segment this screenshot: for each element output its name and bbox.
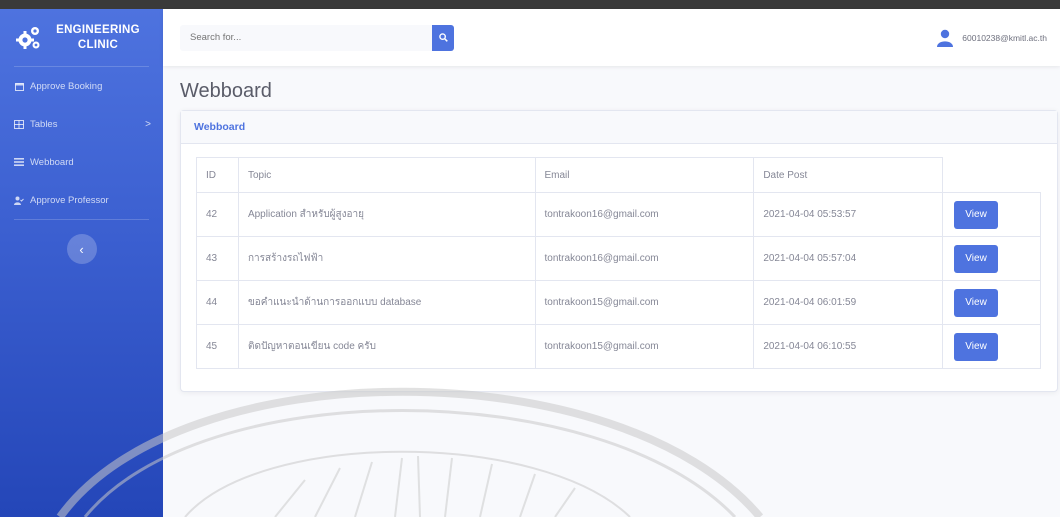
- table-row: 45 ติดปัญหาตอนเขียน code ครับ tontrakoon…: [196, 324, 1041, 369]
- sidebar: ENGINEERING CLINIC Approve Booking Table…: [0, 9, 163, 517]
- cell-id: 43: [196, 236, 239, 281]
- cell-id: 42: [196, 192, 239, 237]
- user-email: 60010238@kmitl.ac.th: [962, 32, 1047, 43]
- calendar-icon: [14, 81, 24, 91]
- cell-date-post: 2021-04-04 06:10:55: [753, 324, 944, 369]
- column-header-email[interactable]: Email: [534, 157, 755, 193]
- table-row: 43 การสร้างรถไฟฟ้า tontrakoon16@gmail.co…: [196, 236, 1041, 281]
- view-button[interactable]: View: [954, 200, 999, 229]
- sidebar-toggle-button[interactable]: ‹: [66, 234, 97, 264]
- sidebar-item-approve-professor[interactable]: Approve Professor: [0, 181, 163, 219]
- gears-icon: [14, 24, 42, 52]
- table-header-row: ID Topic Email Date Post: [196, 157, 1041, 193]
- user-check-icon: [14, 195, 24, 205]
- sidebar-item-approve-booking[interactable]: Approve Booking: [0, 67, 163, 105]
- sidebar-item-label: Approve Booking: [30, 80, 103, 92]
- webboard-table: ID Topic Email Date Post 42 Application …: [196, 157, 1041, 369]
- cell-id: 45: [196, 324, 239, 369]
- sidebar-divider: [14, 219, 149, 220]
- page-title: Webboard: [180, 80, 272, 102]
- cell-email: tontrakoon15@gmail.com: [534, 324, 755, 369]
- cell-topic: การสร้างรถไฟฟ้า: [237, 236, 536, 281]
- cell-action: View: [942, 280, 1041, 325]
- cell-date-post: 2021-04-04 06:01:59: [753, 280, 944, 325]
- view-button[interactable]: View: [954, 288, 999, 317]
- sidebar-item-tables[interactable]: Tables >: [0, 105, 163, 143]
- view-button[interactable]: View: [954, 332, 999, 361]
- table-icon: [14, 119, 24, 129]
- cell-topic: ติดปัญหาตอนเขียน code ครับ: [237, 324, 536, 369]
- search-bar: [180, 24, 454, 51]
- search-button[interactable]: [432, 24, 454, 51]
- cell-date-post: 2021-04-04 05:57:04: [753, 236, 944, 281]
- sidebar-item-label: Tables: [30, 118, 58, 130]
- cell-id: 44: [196, 280, 239, 325]
- cell-action: View: [942, 192, 1041, 237]
- cell-email: tontrakoon16@gmail.com: [534, 236, 755, 281]
- user-icon: [936, 29, 954, 47]
- table-row: 44 ขอคำแนะนำด้านการออกแบบ database tontr…: [196, 280, 1041, 325]
- table-row: 42 Application สำหรับผู้สูงอายุ tontrako…: [196, 192, 1041, 237]
- cell-email: tontrakoon16@gmail.com: [534, 192, 755, 237]
- column-header-topic[interactable]: Topic: [237, 157, 536, 193]
- view-button[interactable]: View: [954, 244, 999, 273]
- top-navbar: 60010238@kmitl.ac.th: [163, 9, 1060, 66]
- webboard-card: Webboard ID Topic Email Date Post 42 App…: [180, 110, 1058, 392]
- chevron-right-icon: >: [145, 118, 151, 130]
- card-title: Webboard: [181, 111, 1057, 144]
- list-icon: [14, 157, 24, 167]
- cell-action: View: [942, 236, 1041, 281]
- window-top-bar: [0, 0, 1060, 9]
- sidebar-item-label: Webboard: [30, 156, 74, 168]
- cell-topic: ขอคำแนะนำด้านการออกแบบ database: [237, 280, 536, 325]
- user-menu[interactable]: 60010238@kmitl.ac.th: [936, 29, 1047, 47]
- search-input[interactable]: [180, 24, 432, 51]
- search-icon: [438, 29, 448, 47]
- cell-date-post: 2021-04-04 05:53:57: [753, 192, 944, 237]
- cell-email: tontrakoon15@gmail.com: [534, 280, 755, 325]
- column-header-action: [942, 157, 1041, 193]
- column-header-id[interactable]: ID: [196, 157, 239, 193]
- cell-action: View: [942, 324, 1041, 369]
- column-header-date-post[interactable]: Date Post: [753, 157, 944, 193]
- sidebar-item-webboard[interactable]: Webboard: [0, 143, 163, 181]
- brand-name: ENGINEERING CLINIC: [56, 23, 140, 51]
- cell-topic: Application สำหรับผู้สูงอายุ: [237, 192, 536, 237]
- sidebar-item-label: Approve Professor: [30, 194, 109, 206]
- brand[interactable]: ENGINEERING CLINIC: [0, 9, 163, 66]
